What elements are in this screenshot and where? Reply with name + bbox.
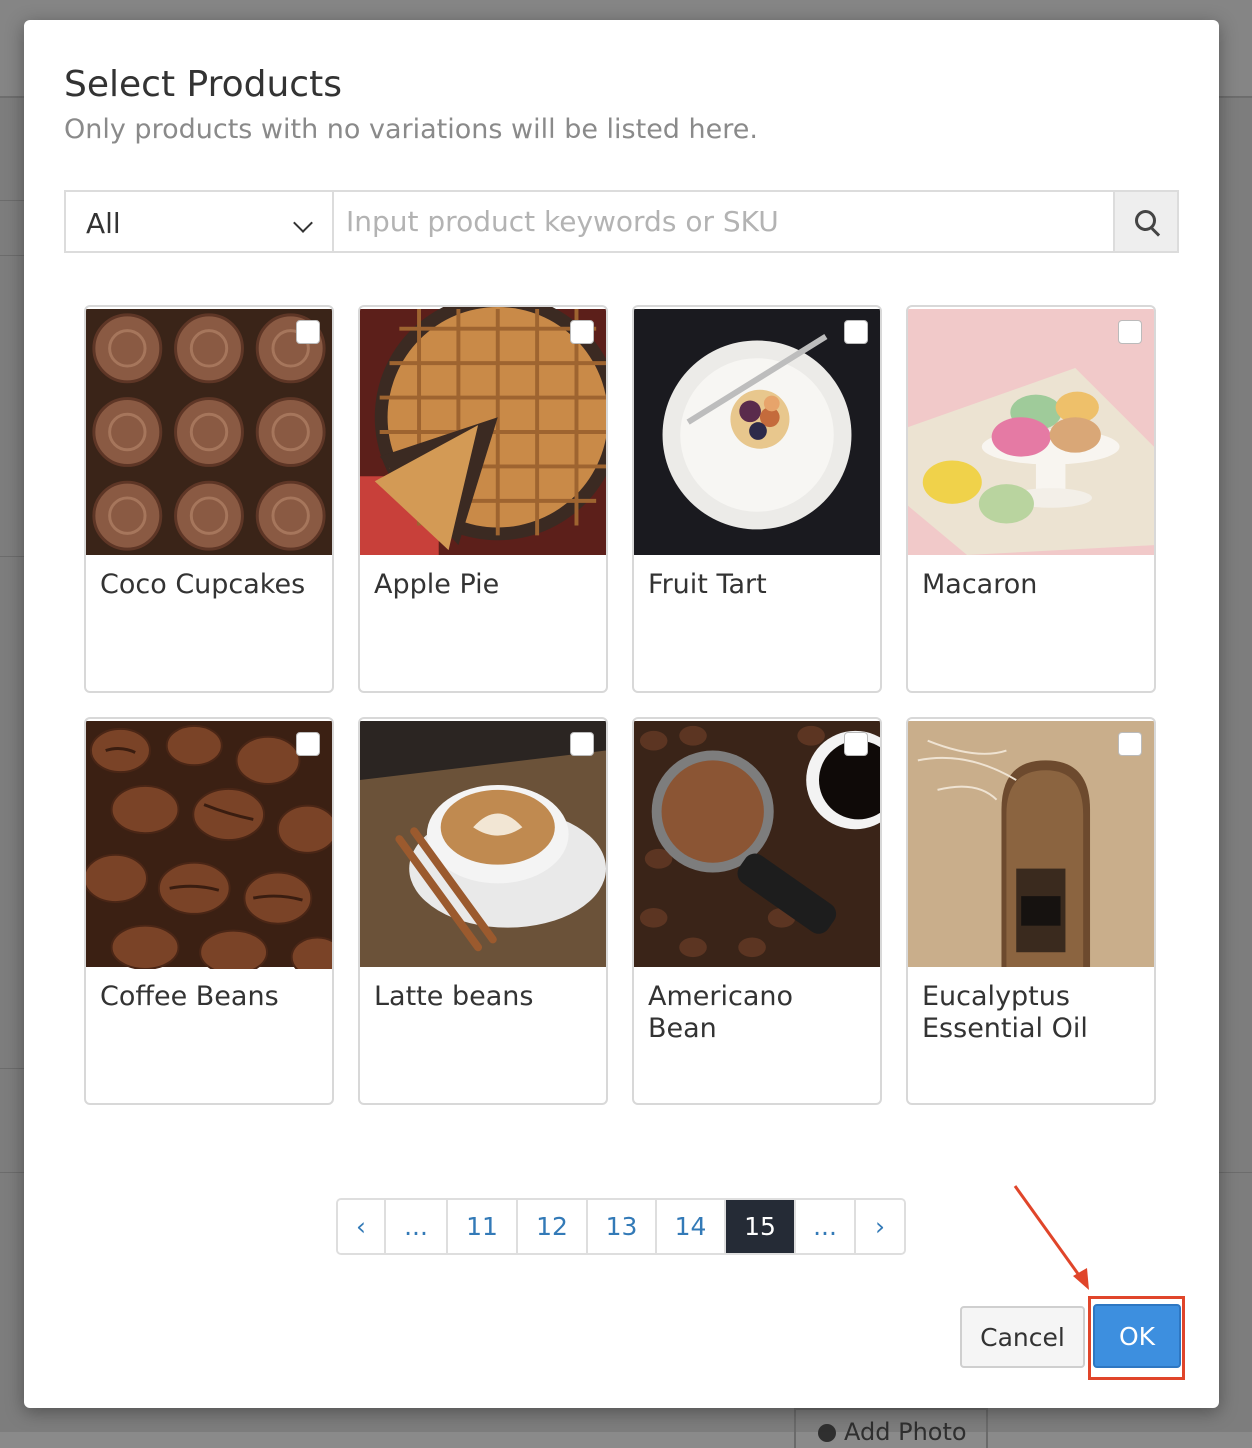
product-name: Eucalyptus Essential Oil	[922, 981, 1088, 1044]
background-divider	[1219, 1172, 1252, 1173]
product-image	[634, 309, 880, 555]
pagination-page[interactable]: 12	[518, 1200, 588, 1253]
product-search-input[interactable]	[334, 192, 1113, 251]
background-divider	[0, 200, 24, 201]
pointer-arrow-icon	[1013, 1185, 1089, 1290]
product-name: Latte beans	[374, 981, 534, 1012]
search-bar: All	[64, 190, 1179, 253]
product-card[interactable]: Eucalyptus Essential Oil	[906, 717, 1156, 1105]
category-select[interactable]: All	[66, 192, 334, 251]
product-checkbox[interactable]	[570, 320, 594, 344]
product-name: Apple Pie	[374, 569, 500, 600]
background-add-photo: Add Photo	[794, 1408, 988, 1448]
pagination-next[interactable]: ›	[856, 1200, 904, 1253]
product-image	[908, 721, 1154, 967]
product-checkbox[interactable]	[844, 732, 868, 756]
pagination-ellipsis[interactable]: ...	[386, 1200, 448, 1253]
product-card[interactable]: Macaron	[906, 305, 1156, 693]
modal-subtitle: Only products with no variations will be…	[64, 114, 758, 145]
product-checkbox[interactable]	[1118, 320, 1142, 344]
cancel-button[interactable]: Cancel	[960, 1306, 1085, 1368]
background-divider	[1219, 96, 1252, 97]
product-checkbox[interactable]	[570, 732, 594, 756]
product-checkbox[interactable]	[844, 320, 868, 344]
background-divider	[0, 1172, 24, 1173]
product-checkbox[interactable]	[296, 320, 320, 344]
ok-highlight-box	[1088, 1296, 1185, 1380]
background-divider	[0, 556, 24, 557]
product-name: Americano Bean	[648, 981, 794, 1044]
category-select-value: All	[86, 207, 121, 240]
modal-title: Select Products	[64, 64, 342, 105]
product-name: Fruit Tart	[648, 569, 767, 600]
pagination-ellipsis[interactable]: ...	[796, 1200, 856, 1253]
product-name: Macaron	[922, 569, 1038, 600]
product-checkbox[interactable]	[296, 732, 320, 756]
product-card[interactable]: Americano Bean	[632, 717, 882, 1105]
chevron-down-icon	[293, 213, 313, 233]
search-button[interactable]	[1113, 192, 1177, 251]
product-image	[86, 721, 332, 969]
product-image	[360, 307, 606, 555]
pagination-page-active[interactable]: 15	[726, 1200, 796, 1253]
product-image	[360, 721, 606, 967]
product-name: Coco Cupcakes	[100, 569, 306, 600]
product-checkbox[interactable]	[1118, 732, 1142, 756]
pagination-page[interactable]: 14	[657, 1200, 726, 1253]
product-name: Coffee Beans	[100, 981, 279, 1012]
product-card[interactable]: Coco Cupcakes	[84, 305, 334, 693]
product-card[interactable]: Coffee Beans	[84, 717, 334, 1105]
product-card[interactable]: Apple Pie	[358, 305, 608, 693]
background-divider	[0, 255, 24, 256]
product-image	[634, 721, 880, 967]
pagination-page[interactable]: 11	[448, 1200, 518, 1253]
background-divider	[0, 1068, 24, 1069]
pagination: ‹ ... 11 12 13 14 15 ... ›	[336, 1198, 906, 1255]
product-card[interactable]: Fruit Tart	[632, 305, 882, 693]
pagination-page[interactable]: 13	[588, 1200, 657, 1253]
product-card[interactable]: Latte beans	[358, 717, 608, 1105]
pagination-prev[interactable]: ‹	[338, 1200, 386, 1253]
product-image	[908, 309, 1154, 555]
product-image	[86, 309, 332, 555]
